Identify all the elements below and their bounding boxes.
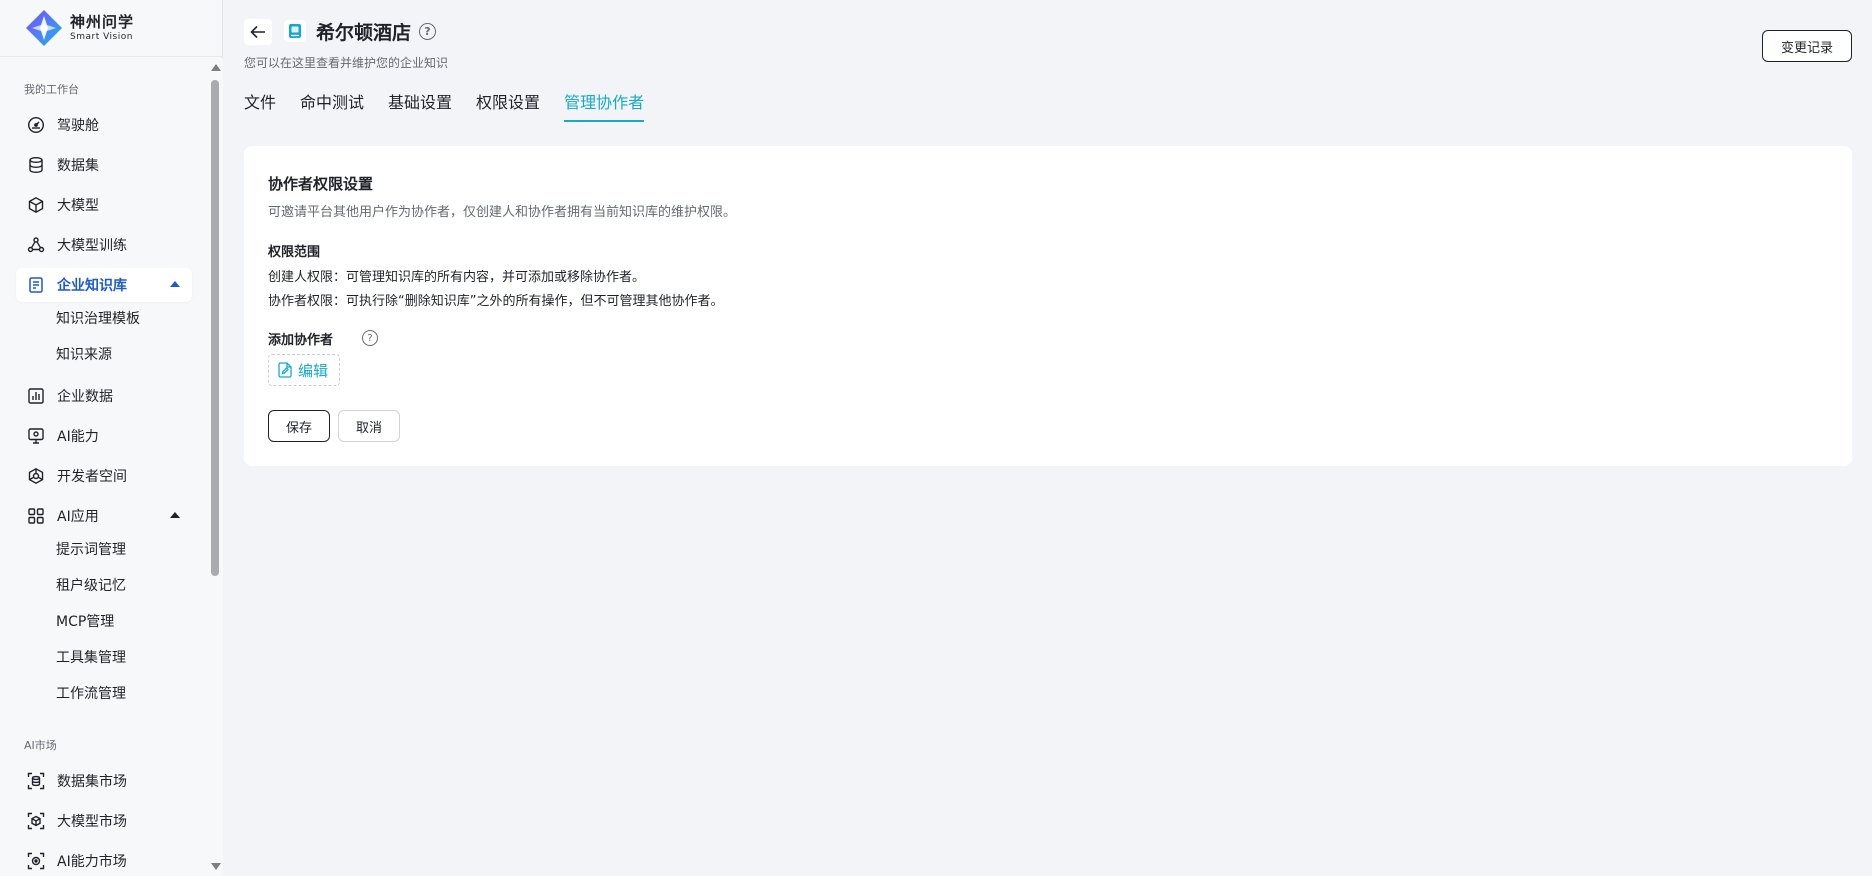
card-title: 协作者权限设置 <box>268 175 374 193</box>
section-label-workbench: 我的工作台 <box>24 83 79 96</box>
sidebar-item-label: 大模型市场 <box>57 814 127 830</box>
grid-icon <box>27 507 45 525</box>
sidebar-item-label: 企业数据 <box>57 389 113 405</box>
sidebar-item-label: 大模型训练 <box>57 238 127 254</box>
sidebar-item-label: AI应用 <box>57 509 99 525</box>
gauge-icon <box>27 116 45 134</box>
database-icon <box>27 156 45 174</box>
sidebar-item-label: 开发者空间 <box>57 469 127 485</box>
book-icon <box>27 276 45 294</box>
hexagon-icon <box>27 467 45 485</box>
collaborator-settings-card: 协作者权限设置 可邀请平台其他用户作为协作者，仅创建人和协作者拥有当前知识库的维… <box>244 146 1852 466</box>
tab-manage-collaborators[interactable]: 管理协作者 <box>564 92 645 122</box>
sidebar-item-label: AI能力市场 <box>57 854 127 870</box>
tab-files[interactable]: 文件 <box>244 92 276 122</box>
sidebar-item-model-training[interactable]: 大模型训练 <box>16 228 192 262</box>
logo-name-en: Smart Vision <box>70 31 133 42</box>
tab-basic-settings[interactable]: 基础设置 <box>388 92 452 122</box>
sidebar-sub-item-knowledge-source[interactable]: 知识来源 <box>56 340 112 370</box>
edit-document-icon <box>278 362 292 378</box>
logo[interactable]: 神州问学 Smart Vision <box>0 0 222 57</box>
sidebar-sub-item-tenant-memory[interactable]: 租户级记忆 <box>56 571 126 601</box>
sidebar-item-developer-space[interactable]: 开发者空间 <box>16 459 192 493</box>
sidebar-item-model[interactable]: 大模型 <box>16 188 192 222</box>
monitor-icon <box>27 427 45 445</box>
sidebar-item-dataset[interactable]: 数据集 <box>16 148 192 182</box>
sidebar-item-label: 大模型 <box>57 198 99 214</box>
knowledge-base-book-icon <box>284 20 306 42</box>
sidebar-sub-item-toolset[interactable]: 工具集管理 <box>56 643 126 673</box>
sidebar-item-ai-capability[interactable]: AI能力 <box>16 419 192 453</box>
save-button[interactable]: 保存 <box>268 410 330 442</box>
sidebar-sub-item-mcp[interactable]: MCP管理 <box>56 607 114 637</box>
sidebar-item-model-market[interactable]: 大模型市场 <box>16 804 192 838</box>
sidebar: 神州问学 Smart Vision 我的工作台 驾驶舱 数据集 大模型 大模型训… <box>0 0 223 876</box>
sidebar-item-enterprise-data[interactable]: 企业数据 <box>16 379 192 413</box>
question-circle-icon[interactable]: ? <box>419 23 436 40</box>
sidebar-scrollbar[interactable] <box>207 58 223 876</box>
sidebar-item-ai-app[interactable]: AI应用 <box>16 499 192 533</box>
scan-cube-icon <box>27 812 45 830</box>
sidebar-sub-item-workflow[interactable]: 工作流管理 <box>56 679 126 709</box>
nav-scroll: 我的工作台 驾驶舱 数据集 大模型 大模型训练 企业知识库 知识治理模板 知识来… <box>0 58 207 876</box>
sidebar-item-label: 企业知识库 <box>57 278 127 294</box>
scan-database-icon <box>27 772 45 790</box>
chevron-up-icon[interactable] <box>170 281 180 287</box>
logo-name-cn: 神州问学 <box>70 12 135 31</box>
cancel-button[interactable]: 取消 <box>338 410 400 442</box>
sidebar-item-dataset-market[interactable]: 数据集市场 <box>16 764 192 798</box>
page-subtitle: 您可以在这里查看并维护您的企业知识 <box>244 56 449 70</box>
sidebar-item-cockpit[interactable]: 驾驶舱 <box>16 108 192 142</box>
network-icon <box>27 236 45 254</box>
sidebar-item-label: 驾驶舱 <box>57 118 99 134</box>
tab-permission-settings[interactable]: 权限设置 <box>476 92 540 122</box>
scroll-down-arrow-icon[interactable] <box>211 863 221 870</box>
back-button[interactable] <box>244 19 272 45</box>
tab-bar: 文件 命中测试 基础设置 权限设置 管理协作者 <box>244 92 668 122</box>
sidebar-item-label: 数据集市场 <box>57 774 127 790</box>
scope-title: 权限范围 <box>268 245 321 260</box>
section-label-market: AI市场 <box>24 739 57 752</box>
sidebar-item-label: 数据集 <box>57 158 99 174</box>
sidebar-item-ai-market[interactable]: AI能力市场 <box>16 844 192 876</box>
tab-hit-test[interactable]: 命中测试 <box>300 92 364 122</box>
main-content: 希尔顿酒店 ? 您可以在这里查看并维护您的企业知识 变更记录 文件 命中测试 基… <box>224 0 1872 876</box>
sidebar-sub-item-prompt[interactable]: 提示词管理 <box>56 535 126 565</box>
question-circle-icon[interactable]: ? <box>362 330 378 346</box>
chevron-up-icon[interactable] <box>170 512 180 518</box>
edit-collaborators-button[interactable]: 编辑 <box>268 354 340 386</box>
arrow-left-icon <box>250 25 265 39</box>
scope-creator-text: 创建人权限：可管理知识库的所有内容，并可添加或移除协作者。 <box>268 270 646 285</box>
scan-ai-icon <box>27 852 45 870</box>
sidebar-item-knowledge-base[interactable]: 企业知识库 <box>16 268 192 302</box>
scrollbar-thumb[interactable] <box>211 80 219 576</box>
sidebar-item-label: AI能力 <box>57 429 99 445</box>
cube-icon <box>27 196 45 214</box>
scroll-up-arrow-icon[interactable] <box>211 64 221 71</box>
changelog-button[interactable]: 变更记录 <box>1762 30 1852 62</box>
bar-chart-icon <box>27 387 45 405</box>
sidebar-sub-item-governance-template[interactable]: 知识治理模板 <box>56 304 140 334</box>
card-description: 可邀请平台其他用户作为协作者，仅创建人和协作者拥有当前知识库的维护权限。 <box>268 205 737 220</box>
page-title: 希尔顿酒店 <box>316 22 412 44</box>
add-collaborator-label: 添加协作者 <box>268 333 334 348</box>
logo-diamond-icon <box>24 8 64 48</box>
edit-label: 编辑 <box>298 361 329 380</box>
scope-collaborator-text: 协作者权限：可执行除“删除知识库”之外的所有操作，但不可管理其他协作者。 <box>268 294 724 309</box>
